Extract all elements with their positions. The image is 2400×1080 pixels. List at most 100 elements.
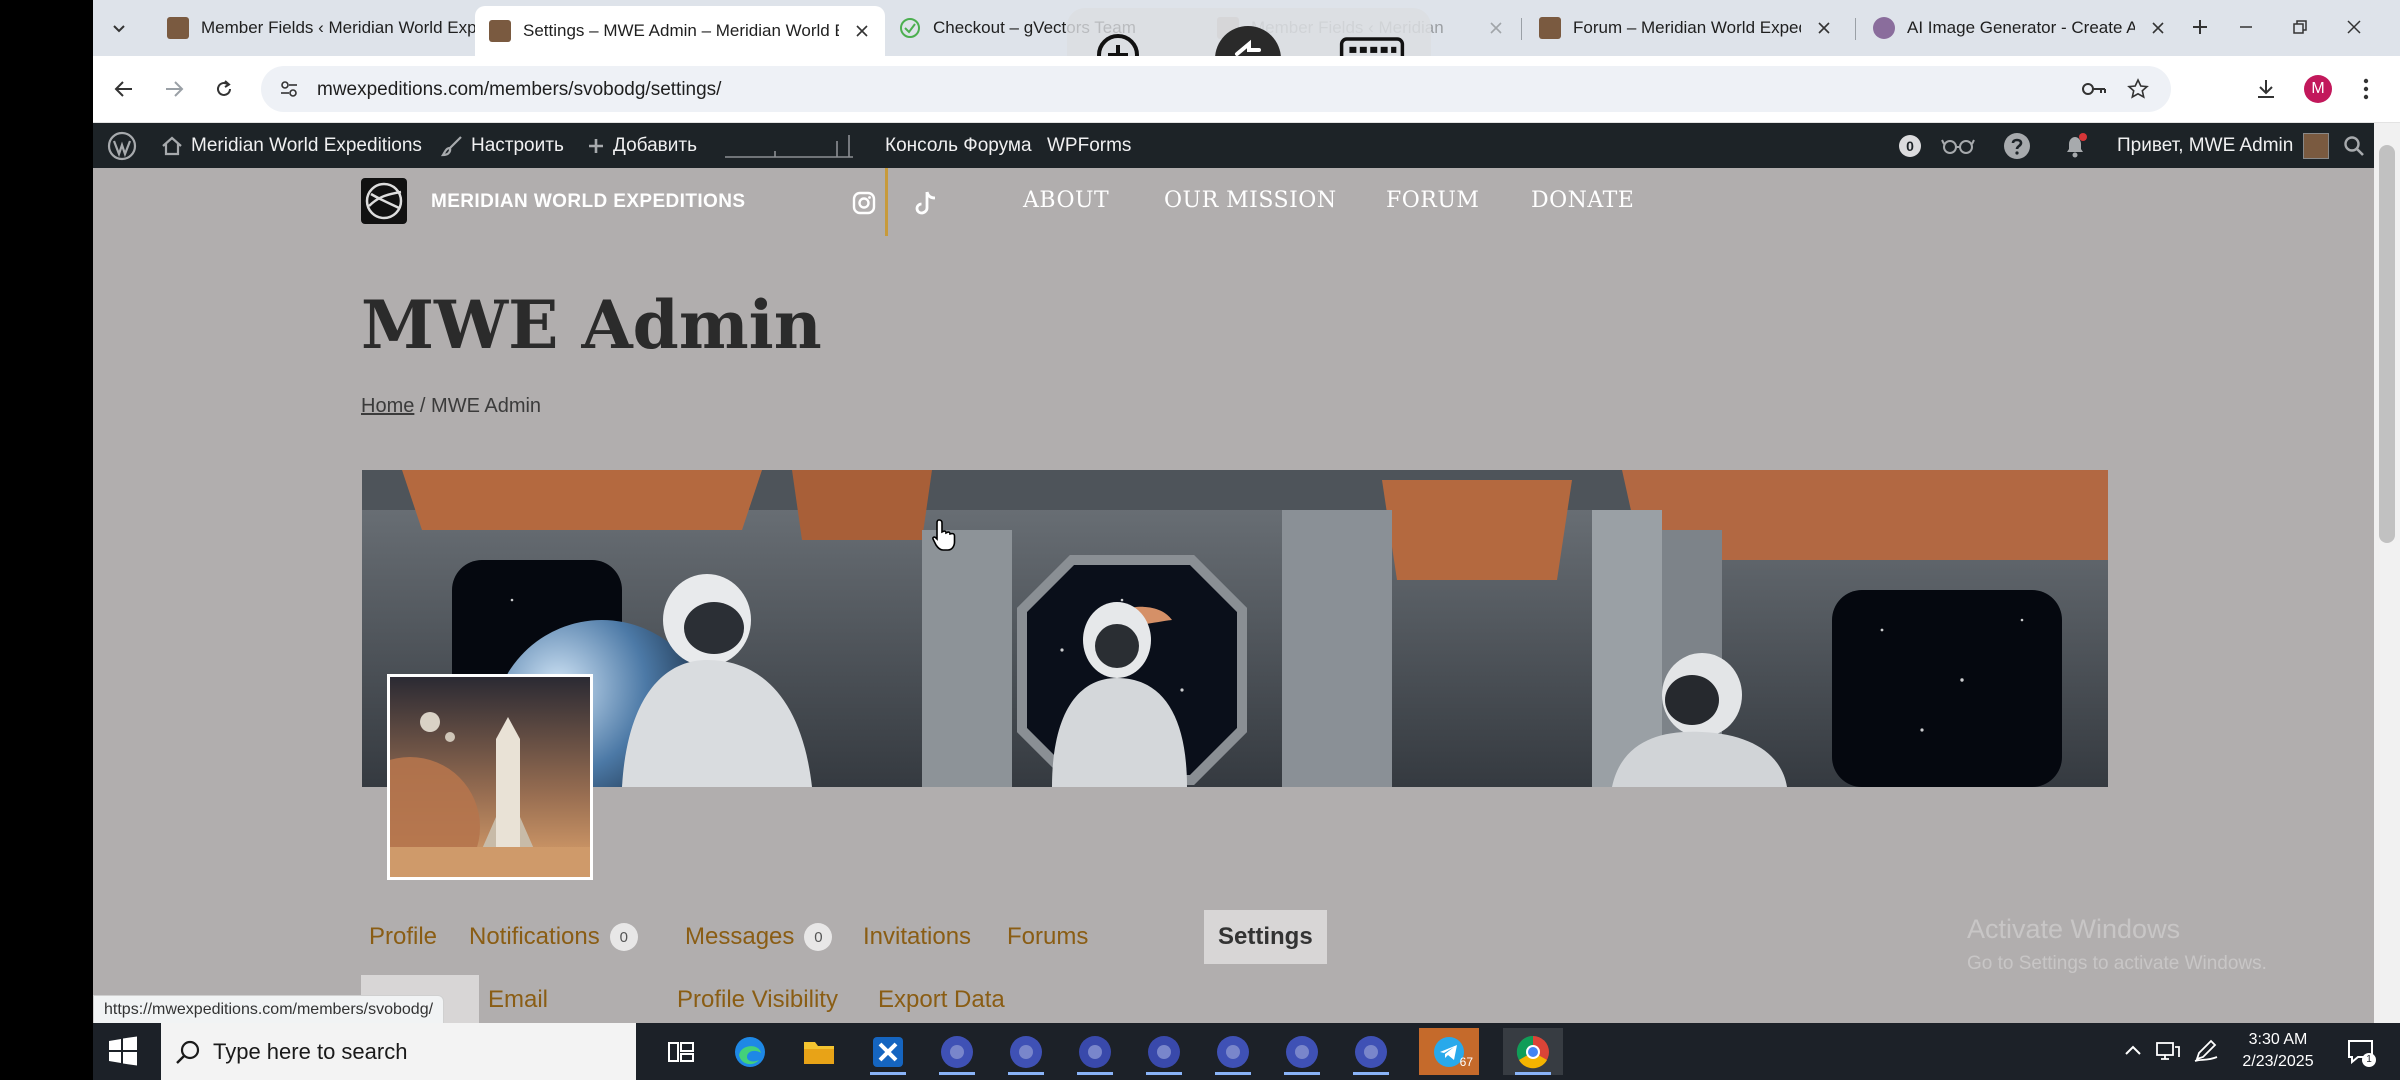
- user-avatar-thumbnail: [2303, 132, 2330, 159]
- subnav-profile-visibility[interactable]: Profile Visibility: [677, 975, 838, 1025]
- site-title[interactable]: MERIDIAN WORLD EXPEDITIONS: [431, 191, 745, 213]
- subnav-export-data[interactable]: Export Data: [878, 975, 1005, 1025]
- hand-cursor-icon: [932, 519, 956, 551]
- close-tab-icon[interactable]: [1813, 17, 1835, 39]
- nav-donate[interactable]: DONATE: [1531, 188, 1634, 213]
- back-button[interactable]: [107, 72, 141, 106]
- minimize-icon: [2240, 26, 2252, 28]
- taskbar-chrome[interactable]: [1503, 1028, 1563, 1075]
- page-scrollbar[interactable]: [2374, 123, 2400, 1023]
- instagram-icon: [852, 191, 876, 215]
- taskbar-telegram[interactable]: 67: [1419, 1028, 1479, 1075]
- tiktok-link[interactable]: [913, 190, 939, 216]
- profile-nav-messages[interactable]: Messages 0: [685, 910, 833, 964]
- nav-about[interactable]: ABOUT: [1023, 188, 1109, 213]
- admin-bar-site-name[interactable]: Meridian World Expeditions: [161, 123, 422, 168]
- browser-tab[interactable]: AI Image Generator - Create Art: [1859, 8, 2181, 48]
- profile-nav-forums[interactable]: Forums: [1007, 910, 1088, 964]
- profile-nav-settings[interactable]: Settings: [1204, 910, 1327, 964]
- customize-label: Настроить: [471, 134, 564, 156]
- nav-label: Forums: [1007, 923, 1089, 950]
- profile-nav-invitations[interactable]: Invitations: [863, 910, 971, 964]
- admin-bar-activity-graph[interactable]: [725, 123, 863, 168]
- password-key-icon[interactable]: [2081, 79, 2107, 99]
- taskbar-chrome-profile-5[interactable]: [1134, 1028, 1194, 1075]
- site-info-icon[interactable]: [279, 79, 299, 99]
- running-indicator: [1215, 1072, 1251, 1075]
- browser-menu-button[interactable]: [2349, 72, 2383, 106]
- task-view-button[interactable]: [651, 1028, 711, 1075]
- minimize-button[interactable]: [2231, 12, 2261, 42]
- network-icon[interactable]: [2155, 1039, 2181, 1063]
- taskbar-chrome-profile-4[interactable]: [1065, 1028, 1125, 1075]
- comments-count-badge[interactable]: 0: [1899, 135, 1921, 157]
- edge-icon: [735, 1036, 765, 1067]
- address-bar[interactable]: mwexpeditions.com/members/svobodg/settin…: [261, 66, 2171, 112]
- admin-bar-wpforms[interactable]: WPForms: [1047, 123, 1131, 168]
- bookmark-star-icon[interactable]: [2127, 78, 2149, 100]
- admin-bar-add-new[interactable]: Добавить: [587, 123, 697, 168]
- admin-bar-customize[interactable]: Настроить: [441, 123, 564, 168]
- profile-cover-image: [362, 470, 2108, 787]
- greeting-label: Привет, MWE Admin: [2117, 134, 2294, 156]
- taskbar-edge[interactable]: [720, 1028, 780, 1075]
- profile-button[interactable]: M: [2301, 72, 2335, 106]
- new-tab-button[interactable]: [2185, 12, 2215, 42]
- action-center-button[interactable]: 1: [2346, 1037, 2376, 1067]
- admin-bar-reading-mode[interactable]: [1941, 123, 1983, 168]
- admin-bar-forum-console[interactable]: Консоль Форума: [885, 123, 1032, 168]
- taskbar-chrome-profile-7[interactable]: [1272, 1028, 1332, 1075]
- close-tab-icon[interactable]: [1485, 17, 1507, 39]
- wordpress-menu[interactable]: [107, 123, 145, 168]
- browser-tab-active[interactable]: Settings – MWE Admin – Meridian World Ex…: [475, 6, 885, 56]
- chevron-up-icon[interactable]: [2123, 1041, 2143, 1061]
- taskbar-chrome-profile-8[interactable]: [1341, 1028, 1401, 1075]
- close-tab-icon[interactable]: [2147, 17, 2169, 39]
- admin-bar-search[interactable]: [2343, 123, 2373, 168]
- search-placeholder: Type here to search: [213, 1038, 408, 1064]
- breadcrumb-home-link[interactable]: Home: [361, 395, 414, 417]
- admin-bar-help[interactable]: [2003, 123, 2039, 168]
- taskbar-clock[interactable]: 3:30 AM 2/23/2025: [2233, 1029, 2323, 1073]
- browser-tab[interactable]: Forum – Meridian World Expeditions: [1525, 8, 1847, 48]
- profile-nav-notifications[interactable]: Notifications 0: [469, 910, 638, 964]
- plus-icon: [2193, 20, 2207, 34]
- taskbar-chrome-profile-2[interactable]: [927, 1028, 987, 1075]
- admin-bar-account[interactable]: Привет, MWE Admin: [2117, 123, 2330, 168]
- taskbar-app-x[interactable]: [858, 1028, 918, 1075]
- reload-button[interactable]: [207, 72, 241, 106]
- start-button[interactable]: [105, 1033, 141, 1069]
- chrome-profile-icon: [1355, 1035, 1387, 1068]
- header-divider: [885, 168, 888, 236]
- scrollbar-thumb[interactable]: [2379, 145, 2395, 543]
- close-window-button[interactable]: [2339, 12, 2369, 42]
- subnav-email[interactable]: Email: [488, 975, 548, 1025]
- taskbar-chrome-profile-3[interactable]: [996, 1028, 1056, 1075]
- search-icon: [176, 1040, 200, 1064]
- tab-search-button[interactable]: [103, 12, 135, 44]
- pen-icon[interactable]: [2193, 1039, 2219, 1063]
- restore-button[interactable]: [2285, 12, 2315, 42]
- bell-icon: [2067, 132, 2087, 157]
- chrome-profile-icon: [941, 1035, 973, 1068]
- arrow-left-icon: [114, 81, 132, 97]
- downloads-button[interactable]: [2249, 72, 2283, 106]
- profile-avatar[interactable]: [387, 674, 593, 880]
- close-icon: [2347, 20, 2361, 34]
- profile-nav-profile[interactable]: Profile: [369, 910, 437, 964]
- taskbar-search[interactable]: Type here to search: [161, 1023, 636, 1080]
- glasses-icon: [1941, 139, 1975, 154]
- admin-bar-notifications[interactable]: [2061, 123, 2097, 168]
- taskbar-chrome-profile-6[interactable]: [1203, 1028, 1263, 1075]
- nav-label: Settings: [1218, 923, 1313, 950]
- close-tab-icon[interactable]: [851, 20, 873, 42]
- site-logo[interactable]: [361, 178, 407, 224]
- forward-button[interactable]: [157, 72, 191, 106]
- nav-forum[interactable]: FORUM: [1386, 188, 1479, 213]
- instagram-link[interactable]: [851, 190, 877, 216]
- chrome-profile-icon: [1010, 1035, 1042, 1068]
- nav-our-mission[interactable]: OUR MISSION: [1164, 188, 1337, 213]
- restore-icon: [2293, 20, 2307, 34]
- taskbar-file-explorer[interactable]: [789, 1028, 849, 1075]
- task-view-icon: [668, 1041, 694, 1062]
